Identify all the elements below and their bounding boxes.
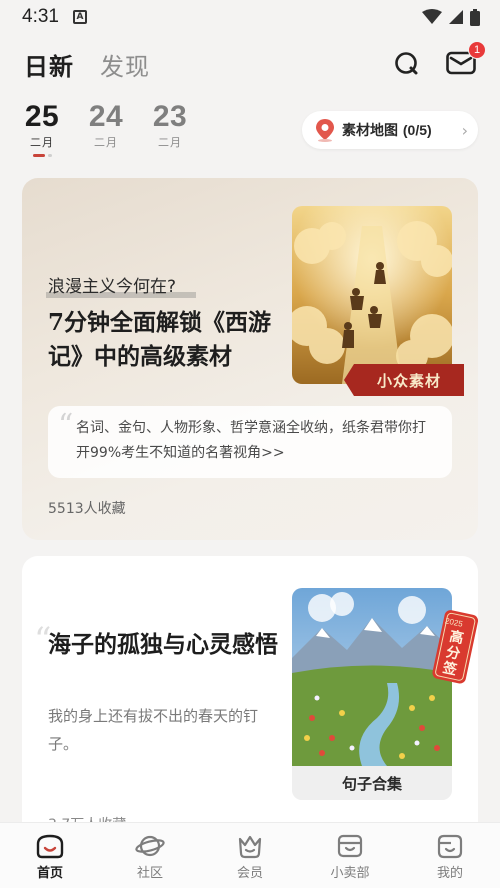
status-indicators (422, 8, 480, 26)
card-title: 海子的孤独与心灵感悟 (48, 631, 278, 658)
profile-icon (437, 834, 463, 859)
bottom-navigation: 首页 社区 会员 小卖部 我的 (0, 822, 500, 888)
nav-membership[interactable]: 会员 (200, 823, 300, 888)
nav-label: 社区 (136, 866, 163, 881)
date-item-25[interactable]: 25 二月 (22, 100, 62, 157)
nav-label: 小卖部 (330, 866, 370, 881)
date-selector: 25 二月 24 二月 23 二月 (22, 100, 190, 157)
header-actions: 1 (394, 41, 486, 77)
planet-icon (135, 835, 165, 857)
top-header: 日新 发现 1 (0, 40, 500, 88)
mail-button[interactable]: 1 (446, 41, 486, 77)
material-map-button[interactable]: 素材地图 (0/5) › (302, 111, 478, 149)
date-day: 23 (152, 100, 188, 133)
card-subtitle: 我的身上还有拔不出的春天的钉子。 (48, 707, 259, 753)
date-month: 二月 (94, 136, 118, 149)
sentence-card[interactable]: “ 海子的孤独与心灵感悟 我的身上还有拔不出的春天的钉子。 3.7万人收藏 句子… (22, 556, 478, 856)
quote-text: 名词、金句、人物形象、哲学意涵全收纳，纸条君带你打开99%考生不知道的名著视角>… (76, 420, 426, 461)
favorites-count: 5513人收藏 (48, 501, 126, 517)
map-label-text: 素材地图 (342, 123, 398, 139)
meadow-illustration: 句子合集 (292, 588, 452, 800)
tab-discover[interactable]: 发现 (100, 47, 150, 82)
high-score-stamp: 2025 高分签 (432, 606, 478, 690)
date-item-23[interactable]: 23 二月 (150, 100, 190, 157)
date-day: 24 (88, 100, 124, 133)
mail-badge: 1 (468, 41, 486, 59)
date-item-24[interactable]: 24 二月 (86, 100, 126, 157)
nav-label: 首页 (36, 866, 63, 881)
battery-icon (470, 8, 480, 26)
card-subtitle: 浪漫主义今何在? (48, 277, 177, 297)
signal-icon (449, 10, 463, 24)
tab-daily[interactable]: 日新 (24, 47, 74, 82)
nav-label: 我的 (436, 866, 463, 881)
nav-home[interactable]: 首页 (0, 823, 100, 888)
date-active-indicator (22, 154, 62, 157)
wifi-icon (422, 9, 442, 24)
sentence-collection-caption: 句子合集 (292, 766, 452, 800)
date-month: 二月 (158, 136, 182, 149)
material-map-label: 素材地图 (0/5) (342, 120, 432, 140)
search-icon[interactable] (394, 51, 420, 77)
niche-material-tag: 小众素材 (344, 364, 464, 396)
nav-community[interactable]: 社区 (100, 823, 200, 888)
date-month: 二月 (30, 136, 54, 149)
card-title: 7分钟全面解锁《西游记》中的高级素材 (48, 309, 272, 370)
status-bar: 4:31 A (0, 0, 500, 34)
crown-icon (238, 835, 262, 859)
quote-box: “ 名词、金句、人物形象、哲学意涵全收纳，纸条君带你打开99%考生不知道的名著视… (48, 406, 452, 478)
status-time: 4:31 (22, 6, 59, 27)
map-pin-icon (316, 119, 334, 142)
map-progress-count: (0/5) (402, 122, 432, 138)
nav-shop[interactable]: 小卖部 (300, 823, 400, 888)
a-icon: A (72, 10, 87, 24)
shop-icon (337, 834, 363, 858)
quote-mark-icon: “ (58, 408, 74, 443)
nav-profile[interactable]: 我的 (400, 823, 500, 888)
date-day: 25 (24, 100, 60, 133)
chevron-right-icon: › (461, 120, 468, 140)
nav-label: 会员 (236, 866, 263, 881)
article-card[interactable]: 浪漫主义今何在? 7分钟全面解锁《西游记》中的高级素材 小众素材 “ 名词、金句… (22, 178, 478, 540)
journey-west-illustration (292, 206, 452, 384)
home-icon (36, 834, 64, 859)
